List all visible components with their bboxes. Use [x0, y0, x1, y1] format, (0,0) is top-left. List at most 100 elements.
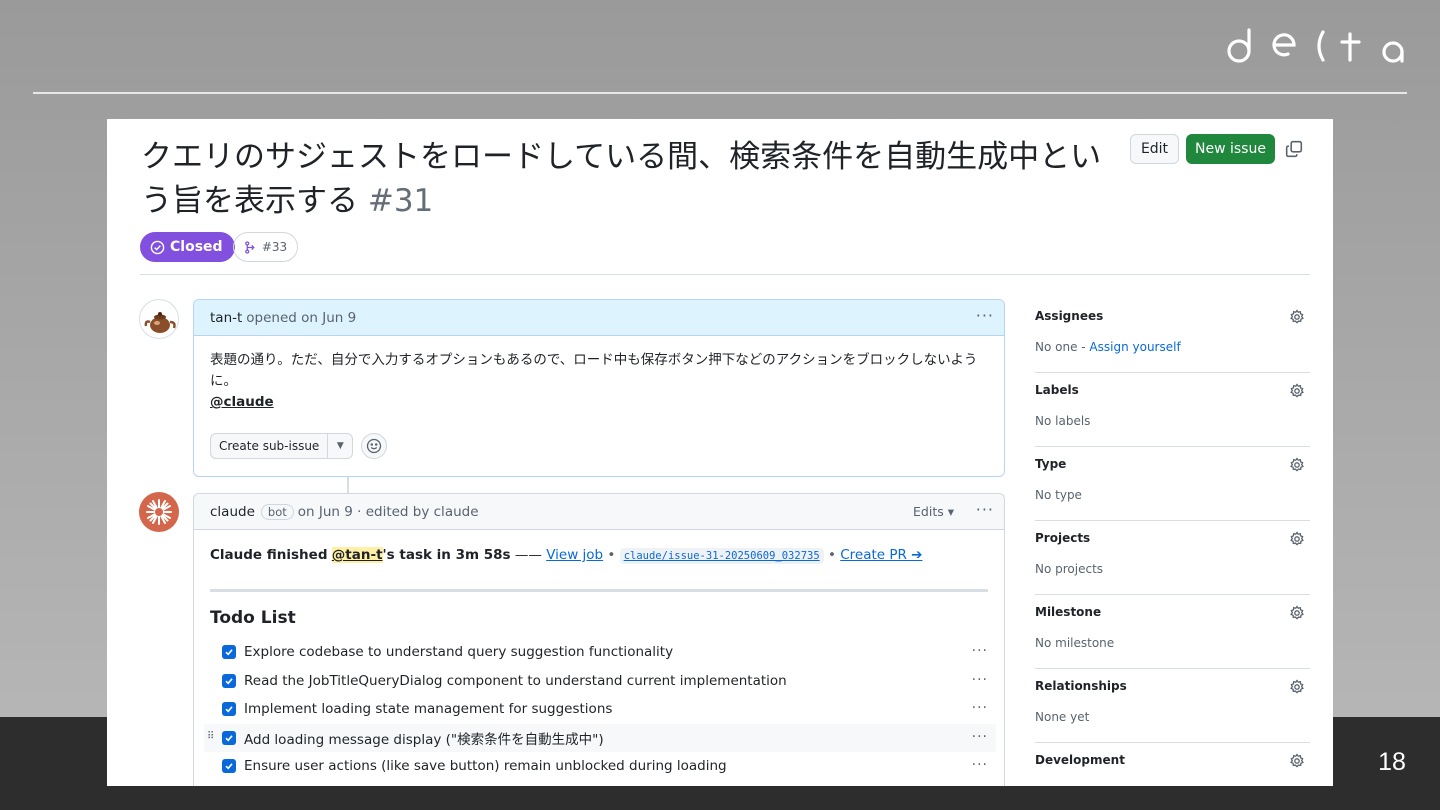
todo-list: Explore codebase to understand query sug…: [204, 638, 996, 781]
comment-body: 表題の通り。ただ、自分で入力するオプションもあるので、ロード中も保存ボタン押下な…: [194, 336, 1004, 459]
linked-pr-badge[interactable]: #33: [233, 232, 298, 262]
sidebar-projects: Projects No projects: [1035, 521, 1310, 595]
edits-dropdown[interactable]: Edits ▾: [913, 504, 954, 519]
sidebar-labels: Labels No labels: [1035, 373, 1310, 447]
gear-icon[interactable]: [1289, 531, 1305, 547]
sidebar-value: No labels: [1035, 414, 1091, 428]
todo-list-heading: Todo List: [210, 608, 296, 628]
issue-sidebar: Assignees No one - Assign yourself Label…: [1035, 299, 1310, 786]
create-sub-issue-button[interactable]: Create sub-issue ▼: [210, 433, 354, 459]
sidebar-heading: Type: [1035, 457, 1067, 471]
checkmark-icon: [225, 649, 233, 656]
sidebar-milestone: Milestone No milestone: [1035, 595, 1310, 669]
copy-icon[interactable]: [1285, 140, 1303, 158]
chevron-down-icon[interactable]: ▼: [328, 436, 352, 457]
comment-author[interactable]: claude: [210, 504, 255, 520]
gear-icon[interactable]: [1289, 753, 1305, 769]
edit-button[interactable]: Edit: [1130, 134, 1179, 164]
comment-author[interactable]: tan-t: [210, 310, 242, 326]
sidebar-heading: Projects: [1035, 531, 1091, 545]
sidebar-value-text: No one -: [1035, 340, 1090, 354]
comment-meta: on Jun 9 · edited by claude: [297, 503, 479, 520]
avatar-tan-t[interactable]: [139, 299, 179, 339]
linked-pr-number: #33: [261, 240, 288, 254]
todo-item-menu-icon[interactable]: ···: [972, 757, 988, 773]
gear-icon[interactable]: [1289, 457, 1305, 473]
sidebar-relationships: Relationships None yet: [1035, 669, 1310, 743]
create-sub-issue-label: Create sub-issue: [211, 434, 329, 458]
github-issue-screenshot: クエリのサジェストをロードしている間、検索条件を自動生成中という旨を表示する #…: [107, 119, 1333, 786]
create-pr-link[interactable]: Create PR ➔: [840, 547, 922, 563]
bot-badge: bot: [260, 503, 294, 520]
checkbox-checked[interactable]: [222, 759, 236, 774]
sidebar-value: None yet: [1035, 710, 1090, 724]
comment-mention[interactable]: @claude: [210, 392, 988, 413]
view-job-link[interactable]: View job: [546, 547, 603, 563]
todo-item: Explore codebase to understand query sug…: [210, 638, 988, 667]
todo-item: Read the JobTitleQueryDialog component t…: [210, 667, 988, 696]
comment-header: claude bot on Jun 9 · edited by claude E…: [194, 494, 1004, 530]
status-suffix: 's task in 3m 58s: [382, 547, 511, 563]
todo-item: Implement loading state management for s…: [210, 695, 988, 724]
delta-logo: [1227, 28, 1404, 63]
comment-menu-icon[interactable]: ···: [976, 306, 994, 325]
pull-request-icon: [244, 240, 255, 254]
drag-handle-icon[interactable]: ⠿: [207, 731, 214, 742]
todo-item: Ensure user actions (like save button) r…: [210, 752, 988, 781]
check-circle-icon: [150, 240, 165, 254]
sidebar-value: No milestone: [1035, 636, 1115, 650]
comment-divider: [210, 589, 988, 592]
gear-icon[interactable]: [1289, 309, 1305, 325]
checkbox-checked[interactable]: [222, 702, 236, 717]
comment-body: Claude finished @tan-t's task in 3m 58s …: [194, 530, 1004, 781]
teapot-avatar-icon: [144, 312, 176, 333]
checkbox-checked[interactable]: [222, 645, 236, 660]
sidebar-assignees: Assignees No one - Assign yourself: [1035, 299, 1310, 373]
gear-icon[interactable]: [1289, 383, 1305, 399]
new-issue-button[interactable]: New issue: [1186, 134, 1275, 164]
checkmark-icon: [225, 706, 233, 713]
assign-yourself-link[interactable]: Assign yourself: [1089, 340, 1180, 354]
sidebar-heading: Development: [1035, 753, 1125, 767]
slide-top-rule: [33, 92, 1407, 94]
checkmark-icon: [225, 763, 233, 770]
slide-page-number: 18: [1378, 748, 1406, 776]
comment-text: 表題の通り。ただ、自分で入力するオプションもあるので、ロード中も保存ボタン押下な…: [210, 352, 978, 389]
claude-starburst-icon: [146, 499, 172, 525]
avatar-claude[interactable]: [139, 492, 179, 532]
comment-header: tan-t opened on Jun 9 ···: [194, 300, 1004, 336]
sidebar-type: Type No type: [1035, 447, 1310, 521]
sidebar-heading: Labels: [1035, 383, 1079, 397]
issue-state-badge: Closed: [140, 232, 235, 262]
gear-icon[interactable]: [1289, 605, 1305, 621]
separator-dot: •: [607, 547, 616, 563]
todo-item-menu-icon[interactable]: ···: [972, 672, 988, 688]
sidebar-development: Development: [1035, 743, 1310, 786]
gear-icon[interactable]: [1289, 679, 1305, 695]
sidebar-heading: Milestone: [1035, 605, 1102, 619]
comment-meta: opened on Jun 9: [246, 309, 357, 326]
sidebar-value: No type: [1035, 488, 1082, 502]
todo-item: ⠿ Add loading message display ("検索条件を自動生…: [204, 723, 996, 752]
header-divider: [140, 274, 1310, 275]
todo-item-label: Explore codebase to understand query sug…: [244, 644, 674, 661]
todo-item-label: Ensure user actions (like save button) r…: [244, 758, 727, 775]
todo-item-label: Read the JobTitleQueryDialog component t…: [244, 672, 787, 689]
todo-item-label: Implement loading state management for s…: [244, 701, 613, 718]
status-mention[interactable]: @tan-t: [331, 547, 383, 563]
issue-number: #31: [367, 183, 434, 219]
checkbox-checked[interactable]: [222, 730, 236, 745]
checkmark-icon: [225, 678, 233, 685]
comment-menu-icon[interactable]: ···: [976, 500, 994, 519]
issue-state-label: Closed: [170, 239, 223, 255]
add-reaction-button[interactable]: [361, 433, 388, 459]
separator-dot: •: [827, 547, 836, 563]
issue-title: クエリのサジェストをロードしている間、検索条件を自動生成中という旨を表示する #…: [141, 135, 1131, 223]
todo-item-menu-icon[interactable]: ···: [972, 729, 988, 745]
issue-body-comment: tan-t opened on Jun 9 ··· 表題の通り。ただ、自分で入力…: [193, 299, 1005, 477]
branch-link[interactable]: claude/issue-31-20250609_032735: [619, 548, 824, 564]
checkbox-checked[interactable]: [222, 673, 236, 688]
status-dash: ——: [514, 547, 542, 563]
todo-item-menu-icon[interactable]: ···: [972, 700, 988, 716]
todo-item-menu-icon[interactable]: ···: [972, 643, 988, 659]
